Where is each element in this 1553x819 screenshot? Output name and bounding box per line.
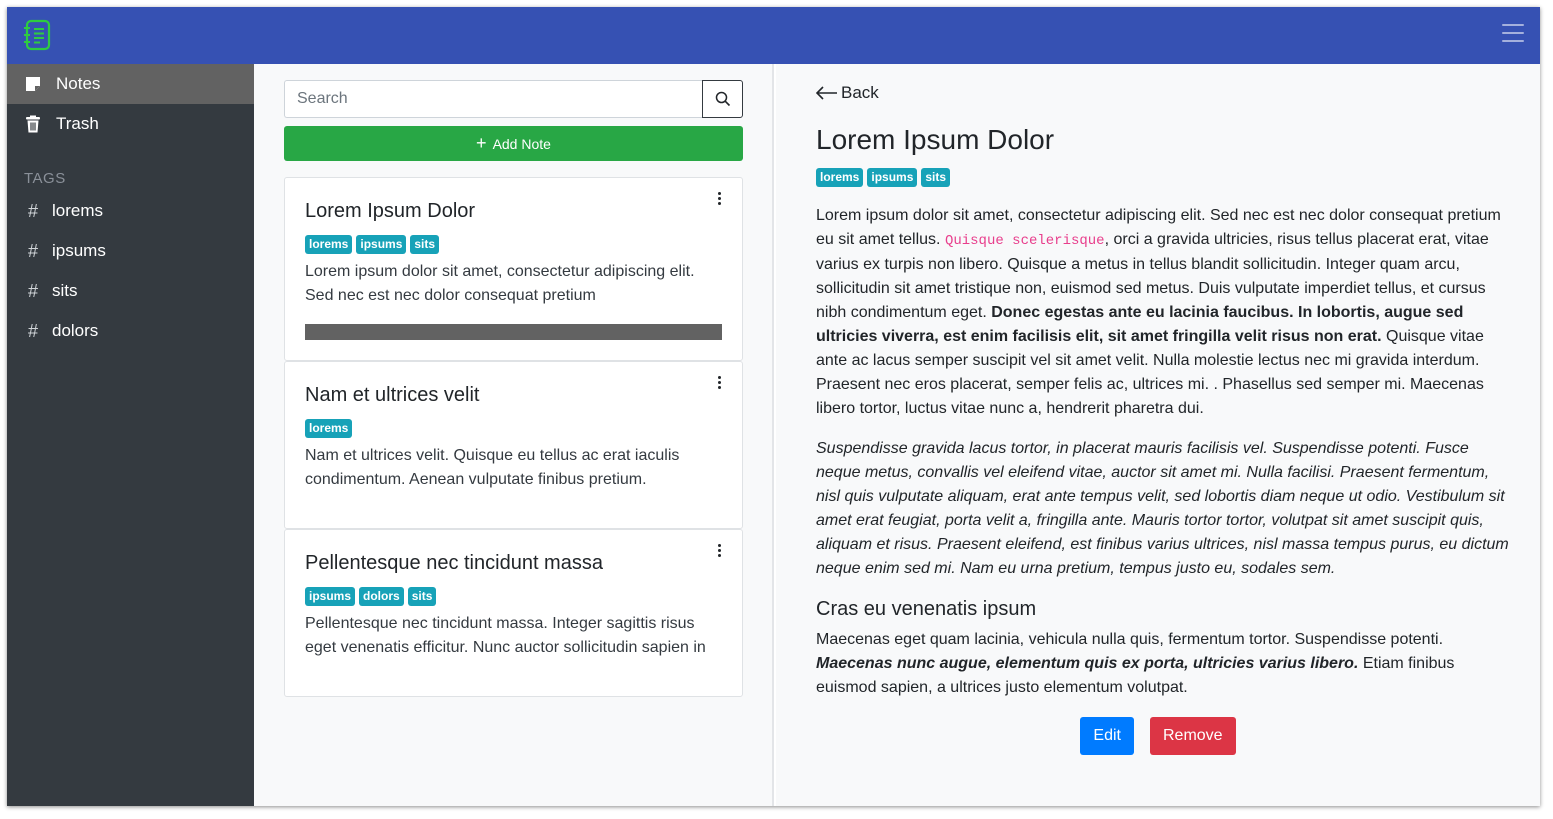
note-card-title: Lorem Ipsum Dolor <box>305 200 476 222</box>
note-card[interactable]: Nam et ultrices velit lorems Nam et ultr… <box>284 361 743 529</box>
note-card[interactable]: Pellentesque nec tincidunt massa ipsums … <box>284 529 743 697</box>
note-card-tags: lorems <box>305 419 353 438</box>
tag-label: sits <box>52 281 78 300</box>
tag-badge[interactable]: lorems <box>305 235 353 254</box>
sidebar-tag-lorems[interactable]: # lorems <box>7 191 254 231</box>
tag-label: ipsums <box>52 241 106 260</box>
tag-badge[interactable]: dolors <box>359 587 404 606</box>
tag-badge[interactable]: sits <box>410 235 440 254</box>
notes-list-pane: + Add Note Lorem Ipsum Dolor lorems ipsu… <box>254 64 774 806</box>
note-card-excerpt: Nam et ultrices velit. Quisque eu tellus… <box>305 447 680 488</box>
sidebar-item-notes[interactable]: Notes <box>7 64 254 104</box>
note-card-tags: ipsums dolors sits <box>305 587 437 606</box>
note-body: Lorem ipsum dolor sit amet, consectetur … <box>816 204 1511 716</box>
paragraph: Lorem ipsum dolor sit amet, consectetur … <box>816 204 1511 421</box>
hash-icon: # <box>28 200 39 221</box>
sidebar-item-label: Trash <box>56 114 99 133</box>
italic-text: Suspendisse gravida lacus tortor, in pla… <box>816 440 1509 577</box>
hamburger-menu-icon[interactable] <box>1502 24 1524 46</box>
text-run: Maecenas eget quam lacinia, vehicula nul… <box>816 631 1444 648</box>
tag-badge[interactable]: sits <box>407 587 437 606</box>
trash-icon <box>24 115 42 133</box>
back-label: Back <box>841 83 879 102</box>
section-heading: Cras eu venenatis ipsum <box>816 598 1037 620</box>
add-note-button[interactable]: + Add Note <box>284 126 743 161</box>
note-detail-pane: Back Lorem Ipsum Dolor lorems ipsums sit… <box>776 64 1540 806</box>
tag-badge[interactable]: lorems <box>816 168 864 187</box>
back-link[interactable]: Back <box>816 83 879 103</box>
paragraph: Maecenas eget quam lacinia, vehicula nul… <box>816 628 1511 700</box>
search-icon <box>715 91 730 107</box>
tag-badge[interactable]: lorems <box>305 419 353 438</box>
top-navbar <box>7 7 1540 64</box>
note-card-title: Pellentesque nec tincidunt massa <box>305 552 603 574</box>
hash-icon: # <box>28 320 39 341</box>
note-card-tags: lorems ipsums sits <box>305 235 440 254</box>
note-icon <box>24 75 42 93</box>
bold-italic-text: Maecenas nunc augue, elementum quis ex p… <box>816 655 1359 672</box>
more-options-icon[interactable] <box>716 376 722 392</box>
search-input[interactable] <box>284 80 702 118</box>
add-note-label: Add Note <box>492 135 551 152</box>
plus-icon: + <box>476 133 487 153</box>
note-card-excerpt: Pellentesque nec tincidunt massa. Intege… <box>305 615 706 656</box>
note-actions: Edit Remove <box>776 717 1540 755</box>
tag-label: lorems <box>52 201 104 220</box>
more-options-icon[interactable] <box>716 192 722 208</box>
edit-button[interactable]: Edit <box>1080 717 1134 755</box>
inline-code: Quisque scelerisque <box>944 233 1105 249</box>
app-window: Notes Trash TAGS # lorems # ipsums # sit… <box>7 7 1540 806</box>
note-card-title: Nam et ultrices velit <box>305 384 480 406</box>
tag-badge[interactable]: ipsums <box>867 168 918 187</box>
sidebar-item-label: Notes <box>56 74 101 93</box>
hash-icon: # <box>28 240 39 261</box>
tags-heading: TAGS <box>24 170 66 187</box>
note-card-excerpt: Lorem ipsum dolor sit amet, consectetur … <box>305 263 695 304</box>
sidebar-tag-dolors[interactable]: # dolors <box>7 311 254 351</box>
more-options-icon[interactable] <box>716 544 722 560</box>
tag-badge[interactable]: ipsums <box>305 587 356 606</box>
note-card[interactable]: Lorem Ipsum Dolor lorems ipsums sits Lor… <box>284 177 743 361</box>
selected-indicator-bar <box>305 324 722 340</box>
tag-badge[interactable]: ipsums <box>356 235 407 254</box>
search-bar <box>284 80 743 118</box>
sidebar-tag-sits[interactable]: # sits <box>7 271 254 311</box>
note-tags: lorems ipsums sits <box>816 168 951 187</box>
sidebar-item-trash[interactable]: Trash <box>7 104 254 144</box>
arrow-left-icon <box>816 86 837 100</box>
note-title: Lorem Ipsum Dolor <box>816 124 1055 155</box>
search-button[interactable] <box>702 80 743 118</box>
tag-label: dolors <box>52 321 99 340</box>
sidebar: Notes Trash TAGS # lorems # ipsums # sit… <box>7 64 254 806</box>
notebook-logo-icon[interactable] <box>22 19 54 51</box>
sidebar-tag-ipsums[interactable]: # ipsums <box>7 231 254 271</box>
tag-badge[interactable]: sits <box>921 168 951 187</box>
remove-button[interactable]: Remove <box>1150 717 1236 755</box>
hash-icon: # <box>28 280 39 301</box>
paragraph: Suspendisse gravida lacus tortor, in pla… <box>816 437 1511 581</box>
